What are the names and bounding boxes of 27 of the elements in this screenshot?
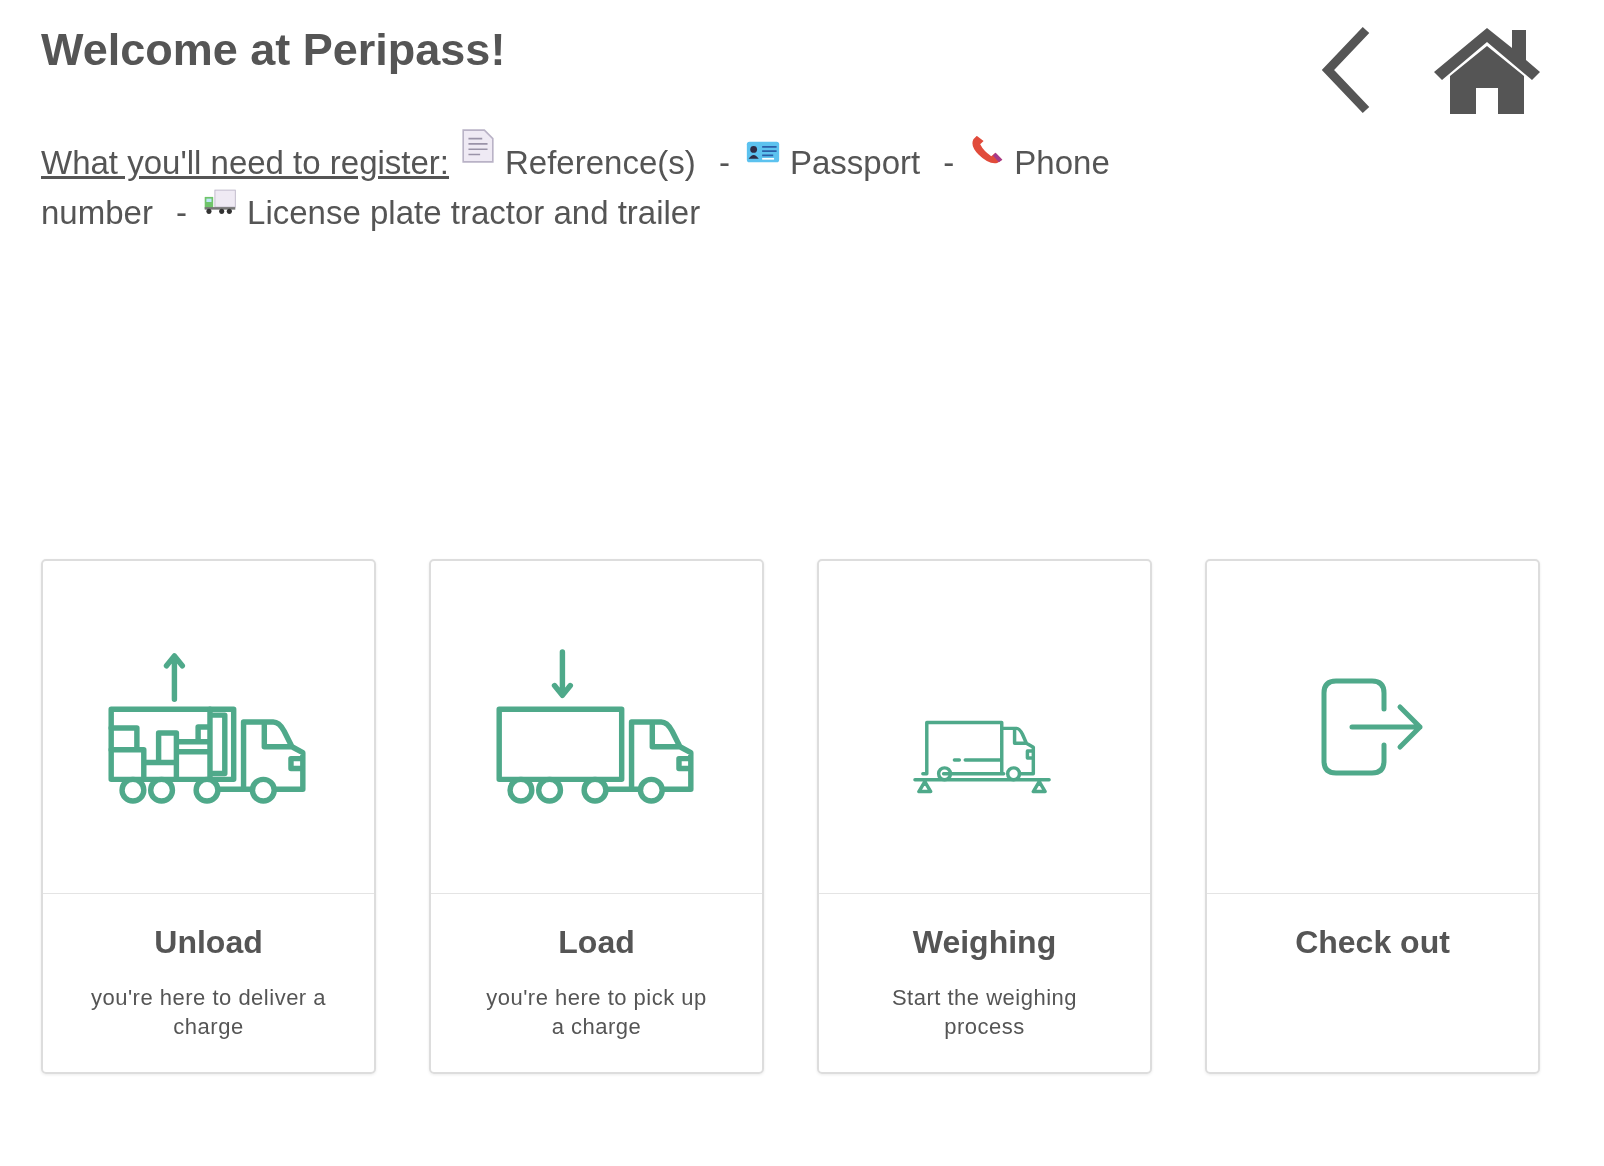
requirements-label: What you'll need to register:: [41, 144, 449, 181]
card-subtitle: you're here to deliver a charge: [89, 984, 328, 1041]
card-subtitle: Start the weighing process: [890, 984, 1079, 1041]
requirement-text: plate: [370, 194, 442, 231]
card-title: Weighing: [911, 924, 1058, 961]
requirement-text: Phone: [1014, 144, 1110, 181]
separator: -: [176, 194, 188, 231]
requirement-text: tractor: [450, 194, 545, 231]
card-title: Unload: [153, 924, 264, 961]
option-card[interactable]: Load you're here to pick up a charge: [429, 559, 764, 1074]
separator: -: [943, 144, 955, 181]
requirement-text: License: [247, 194, 361, 231]
requirement-text: Reference(s): [505, 144, 696, 181]
requirement-text: trailer: [617, 194, 701, 231]
option-card[interactable]: Unload you're here to deliver a charge: [41, 559, 376, 1074]
card-title: Check out: [1294, 924, 1451, 961]
back-icon[interactable]: [1320, 26, 1372, 114]
card-title: Load: [557, 924, 636, 961]
requirement-text: and: [553, 194, 609, 231]
requirement-text: number: [41, 194, 153, 231]
card-subtitle: you're here to pick up a charge: [485, 984, 708, 1041]
option-card[interactable]: Check out: [1205, 559, 1540, 1074]
separator: -: [718, 144, 730, 181]
option-card[interactable]: Weighing Start the weighing process: [817, 559, 1152, 1074]
requirement-text: Passport: [789, 144, 921, 181]
document-icon: [461, 128, 495, 164]
page-title: Welcome at Peripass!: [41, 24, 506, 76]
